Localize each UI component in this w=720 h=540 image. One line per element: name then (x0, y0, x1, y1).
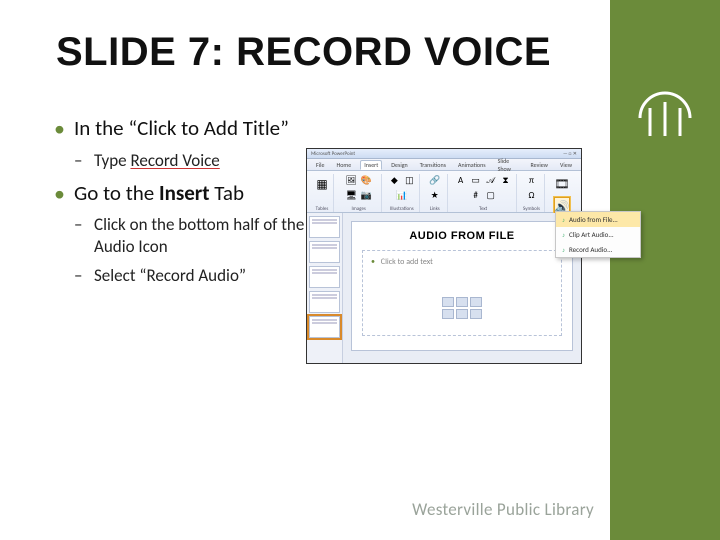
thumbnail[interactable] (309, 291, 340, 313)
equation-icon[interactable]: π (525, 174, 537, 186)
window-titlebar: Microsoft PowerPoint — □ ✕ (307, 149, 581, 159)
ribbon-group-illustrations: ◆ ◫ 📊 Illustrations (384, 174, 420, 212)
tab-insert[interactable]: Insert (360, 160, 382, 170)
tab-slideshow[interactable]: Slide Show (495, 157, 522, 173)
workspace: AUDIO FROM FILE Click to add text (307, 213, 581, 363)
bullet-1-sub-1: Type Record Voice (74, 150, 314, 171)
app-title: Microsoft PowerPoint (311, 151, 355, 157)
symbol-icon[interactable]: Ω (525, 189, 537, 201)
ribbon: ▦ Tables 🖼 🎨 🖥 📷 Images ◆ ◫ 📊 Illustr (307, 171, 581, 213)
embedded-screenshot: Microsoft PowerPoint — □ ✕ File Home Ins… (306, 148, 582, 364)
tab-file[interactable]: File (313, 161, 328, 169)
ph-table-icon[interactable] (442, 297, 454, 307)
ribbon-group-images: 🖼 🎨 🖥 📷 Images (336, 174, 382, 212)
clipart-icon[interactable]: 🎨 (360, 174, 372, 186)
bullet-2-sub-1: Click on the bottom half of the Audio Ic… (74, 214, 314, 257)
textbox-icon[interactable]: A (455, 174, 467, 186)
tab-design[interactable]: Design (388, 161, 410, 169)
smartart-icon[interactable]: ◫ (403, 174, 415, 186)
ribbon-group-links: 🔗 ★ Links (422, 174, 448, 212)
menu-record-audio[interactable]: Record Audio... (556, 242, 640, 257)
body-text: In the “Click to Add Title” Type Record … (54, 116, 314, 296)
ribbon-group-text: A ▭ 𝒜 ⧗ # ▢ Text (450, 174, 517, 212)
bullet-1: In the “Click to Add Title” Type Record … (54, 116, 314, 171)
bullet-1-text: In the “Click to Add Title” (74, 115, 289, 141)
tab-review[interactable]: Review (528, 161, 551, 169)
ph-picture-icon[interactable] (442, 309, 454, 319)
placeholder-icons (442, 297, 482, 319)
footer-brand: Westerville Public Library (412, 499, 594, 520)
wordart-icon[interactable]: 𝒜 (485, 174, 497, 186)
picture-icon[interactable]: 🖼 (345, 174, 357, 186)
action-icon[interactable]: ★ (429, 189, 441, 201)
menu-clipart-audio[interactable]: Clip Art Audio... (556, 227, 640, 242)
thumbnail[interactable] (309, 266, 340, 288)
bullet-2: Go to the Insert Tab Click on the bottom… (54, 181, 314, 286)
ribbon-group-tables: ▦ Tables (311, 174, 334, 212)
placeholder-text: Click to add text (381, 257, 433, 267)
object-icon[interactable]: ▢ (485, 189, 497, 201)
ph-smartart-icon[interactable] (470, 297, 482, 307)
slide-title: SLIDE 7: RECORD VOICE (56, 30, 551, 75)
slide: SLIDE 7: RECORD VOICE In the “Click to A… (0, 0, 720, 540)
brand-logo-icon (632, 78, 698, 144)
chart-icon[interactable]: 📊 (396, 189, 408, 201)
ph-media-icon[interactable] (470, 309, 482, 319)
menu-audio-from-file[interactable]: Audio from File... (556, 212, 640, 227)
slide-card-title: AUDIO FROM FILE (362, 230, 562, 242)
tab-animations[interactable]: Animations (455, 161, 489, 169)
date-icon[interactable]: ⧗ (500, 174, 512, 186)
table-icon[interactable]: ▦ (314, 174, 330, 194)
shapes-icon[interactable]: ◆ (388, 174, 400, 186)
header-footer-icon[interactable]: ▭ (470, 174, 482, 186)
ph-clipart-icon[interactable] (456, 309, 468, 319)
window-controls-icon: — □ ✕ (563, 151, 577, 157)
bullet-2-sub-2: Select “Record Audio” (74, 265, 314, 286)
ribbon-group-media: 🎞 🔊 Media (547, 174, 577, 212)
content-placeholder[interactable]: Click to add text (362, 250, 562, 336)
ribbon-tabs: File Home Insert Design Transitions Anim… (307, 159, 581, 171)
tab-home[interactable]: Home (334, 161, 355, 169)
slide-thumbnails (307, 213, 343, 363)
tab-view[interactable]: View (557, 161, 575, 169)
slide-canvas: AUDIO FROM FILE Click to add text (343, 213, 581, 363)
ph-chart-icon[interactable] (456, 297, 468, 307)
screenshot-icon[interactable]: 🖥 (345, 189, 357, 201)
video-icon[interactable]: 🎞 (554, 174, 570, 194)
audio-dropdown-menu: Audio from File... Clip Art Audio... Rec… (555, 211, 641, 258)
thumbnail[interactable] (309, 216, 340, 238)
album-icon[interactable]: 📷 (360, 189, 372, 201)
thumbnail[interactable] (309, 241, 340, 263)
ribbon-group-symbols: π Ω Symbols (519, 174, 545, 212)
thumbnail-active[interactable] (309, 316, 340, 338)
number-icon[interactable]: # (470, 189, 482, 201)
hyperlink-icon[interactable]: 🔗 (429, 174, 441, 186)
tab-transitions[interactable]: Transitions (417, 161, 449, 169)
editing-slide[interactable]: AUDIO FROM FILE Click to add text (351, 221, 573, 351)
